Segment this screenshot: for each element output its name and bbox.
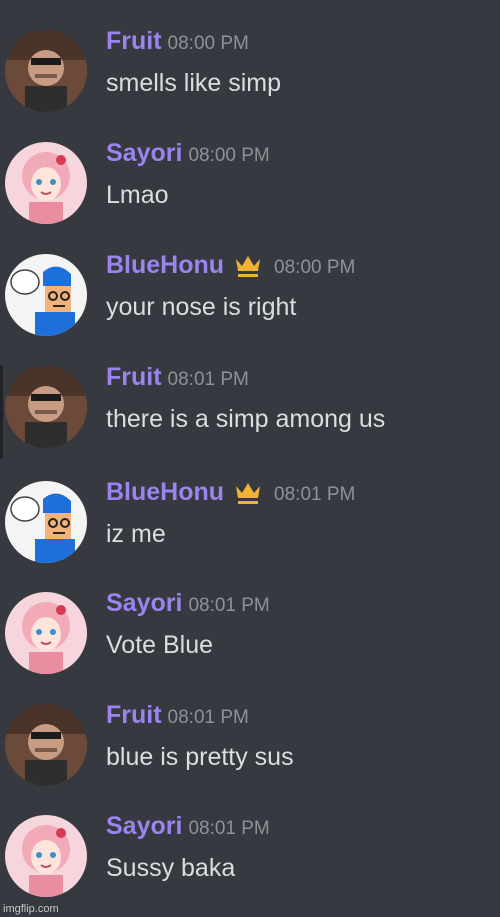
message-text: iz me — [106, 520, 166, 548]
timestamp: 08:00 PM — [274, 257, 356, 278]
sayori-avatar[interactable] — [5, 142, 87, 224]
chat-message: BlueHonu 08:00 PM your nose is right — [0, 249, 500, 349]
timestamp: 08:01 PM — [167, 369, 249, 390]
fruit-avatar[interactable] — [5, 366, 87, 448]
username[interactable]: Fruit — [106, 27, 162, 56]
message-text: there is a simp among us — [106, 405, 386, 433]
timestamp: 08:01 PM — [188, 595, 270, 616]
username[interactable]: Fruit — [106, 701, 162, 730]
timestamp: 08:01 PM — [274, 484, 356, 505]
chat-message: BlueHonu 08:01 PM iz me — [0, 476, 500, 576]
username[interactable]: Sayori — [106, 589, 182, 618]
sayori-avatar[interactable] — [5, 815, 87, 897]
message-text: Lmao — [106, 181, 169, 209]
bluehonu-avatar[interactable] — [5, 254, 87, 336]
crown-icon — [234, 480, 262, 506]
username[interactable]: BlueHonu — [106, 478, 224, 507]
username[interactable]: Sayori — [106, 812, 182, 841]
message-text: Vote Blue — [106, 631, 214, 659]
message-text: Sussy baka — [106, 854, 236, 882]
message-text: blue is pretty sus — [106, 743, 294, 771]
chat-message: Sayori 08:00 PM Lmao — [0, 137, 500, 237]
chat-message: Fruit 08:01 PM there is a simp among us — [0, 361, 500, 461]
message-text: smells like simp — [106, 69, 282, 97]
username[interactable]: BlueHonu — [106, 251, 224, 280]
chat-message: Sayori 08:01 PM Vote Blue — [0, 587, 500, 687]
timestamp: 08:01 PM — [188, 818, 270, 839]
crown-icon — [234, 253, 262, 279]
message-text: your nose is right — [106, 293, 297, 321]
timestamp: 08:01 PM — [167, 707, 249, 728]
timestamp: 08:00 PM — [188, 145, 270, 166]
bluehonu-avatar[interactable] — [5, 481, 87, 563]
fruit-avatar[interactable] — [5, 704, 87, 786]
username[interactable]: Fruit — [106, 363, 162, 392]
timestamp: 08:00 PM — [167, 33, 249, 54]
chat-message: Fruit 08:00 PM smells like simp — [0, 25, 500, 125]
chat-message: Fruit 08:01 PM blue is pretty sus — [0, 699, 500, 799]
fruit-avatar[interactable] — [5, 30, 87, 112]
username[interactable]: Sayori — [106, 139, 182, 168]
chat-message: Sayori 08:01 PM Sussy baka — [0, 810, 500, 910]
sayori-avatar[interactable] — [5, 592, 87, 674]
watermark: imgflip.com — [3, 903, 59, 915]
